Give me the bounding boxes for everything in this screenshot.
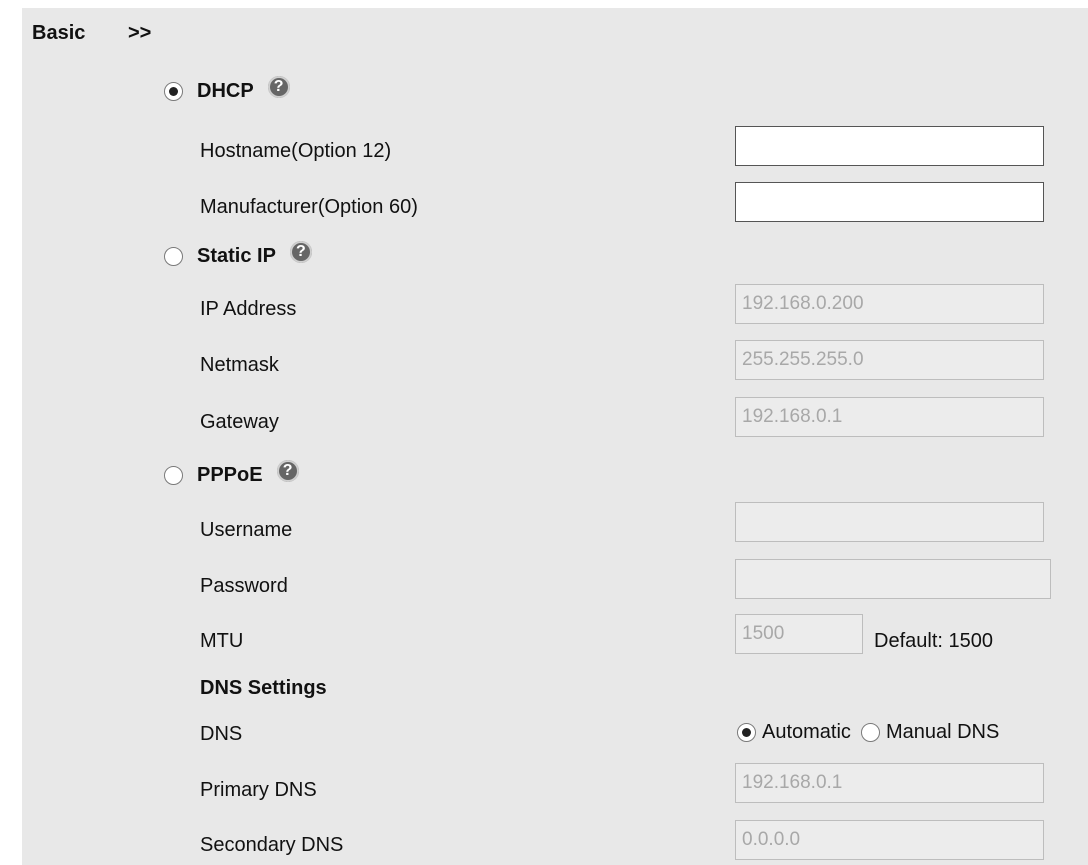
question-circle-icon[interactable]: ? (267, 75, 290, 98)
static-ip-radio[interactable] (164, 247, 183, 266)
pppoe-option[interactable]: PPPoE ? (164, 459, 299, 487)
mtu-default-note: Default: 1500 (874, 630, 993, 652)
mtu-input (735, 614, 863, 654)
pppoe-radio[interactable] (164, 466, 183, 485)
section-title: Basic (32, 22, 86, 44)
question-circle-icon[interactable]: ? (289, 240, 312, 263)
ip-address-label: IP Address (200, 298, 297, 320)
dns-label: DNS (200, 723, 243, 745)
manufacturer-input[interactable] (735, 182, 1044, 222)
static-ip-option[interactable]: Static IP ? (164, 240, 312, 268)
dhcp-option[interactable]: DHCP ? (164, 75, 290, 103)
primary-dns-input (735, 763, 1044, 803)
expand-arrow[interactable]: >> (128, 22, 151, 45)
gateway-input (735, 397, 1044, 437)
hostname-input[interactable] (735, 126, 1044, 166)
dns-settings-heading: DNS Settings (200, 677, 327, 699)
secondary-dns-input (735, 820, 1044, 860)
hostname-label: Hostname(Option 12) (200, 140, 392, 162)
netmask-label: Netmask (200, 354, 279, 376)
gateway-label: Gateway (200, 411, 279, 433)
dhcp-label: DHCP (197, 80, 254, 102)
netmask-input (735, 340, 1044, 380)
dns-automatic-label[interactable]: Automatic (762, 721, 851, 744)
mtu-label: MTU (200, 630, 244, 652)
dns-automatic-radio[interactable] (737, 723, 756, 742)
dns-manual-radio[interactable] (860, 723, 880, 742)
ip-address-input (735, 284, 1044, 324)
pppoe-label: PPPoE (197, 464, 263, 486)
dns-mode-selector: Automatic Manual DNS (737, 721, 1009, 744)
password-input (735, 559, 1051, 599)
dhcp-radio[interactable] (164, 82, 183, 101)
question-circle-icon[interactable]: ? (276, 459, 299, 482)
static-ip-label: Static IP (197, 245, 276, 267)
primary-dns-label: Primary DNS (200, 779, 317, 801)
dns-manual-label[interactable]: Manual DNS (886, 721, 999, 744)
password-label: Password (200, 575, 288, 597)
username-label: Username (200, 519, 293, 541)
username-input (735, 502, 1044, 542)
basic-settings-panel: Basic >> DHCP ? Hostname(Option 12) Manu… (22, 8, 1088, 865)
secondary-dns-label: Secondary DNS (200, 834, 344, 856)
manufacturer-label: Manufacturer(Option 60) (200, 196, 418, 218)
